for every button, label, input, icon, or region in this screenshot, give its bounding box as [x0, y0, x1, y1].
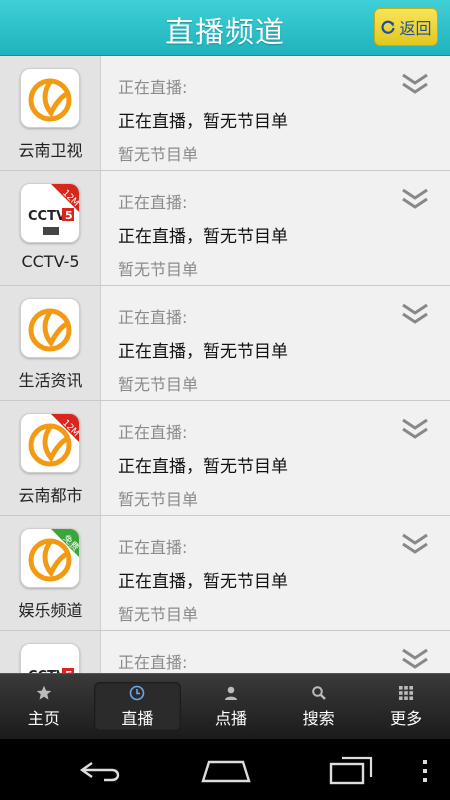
tab-label: 点播 [214, 708, 247, 728]
tab-home[interactable]: 主页 [0, 674, 88, 739]
program-status: 正在直播，暂无节目单 [118, 457, 288, 477]
program-status: 正在直播，暂无节目单 [118, 342, 288, 362]
channel-logo-cell: 云南卫视 [0, 56, 101, 170]
expand-chevron-icon[interactable] [400, 186, 430, 212]
channel-name: 云南卫视 [18, 141, 83, 160]
tab-search[interactable]: 搜索 [275, 674, 363, 739]
now-playing-label: 正在直播: [118, 308, 188, 327]
corner-badge: 12M [51, 414, 79, 442]
next-program: 暂无节目单 [118, 375, 199, 394]
tab-more[interactable]: 更多 [362, 674, 450, 739]
tab-label: 主页 [27, 708, 60, 728]
yunnan-tv-logo [20, 68, 80, 128]
channel-name: 云南都市 [18, 486, 83, 505]
yunnan-tv-logo: 免费 [20, 528, 80, 588]
channel-row[interactable]: CCTV 5 12M CCTV-5 正在直播: 正在直播，暂无节目单 暂无节目单 [0, 171, 450, 286]
channel-logo-cell: CCTV 5 12M CCTV-5 [0, 171, 101, 285]
back-label: 返回 [399, 19, 432, 38]
next-program: 暂无节目单 [118, 260, 199, 279]
tab-label: 直播 [121, 708, 154, 728]
search-icon [311, 685, 326, 700]
home-icon[interactable] [201, 757, 251, 785]
tab-vod[interactable]: 点播 [187, 674, 275, 739]
bottom-tab-bar: 主页 直播 点播 搜索 更多 [0, 673, 450, 739]
back-button[interactable]: 返回 [374, 8, 438, 46]
expand-chevron-icon[interactable] [400, 416, 430, 442]
program-status: 正在直播，暂无节目单 [118, 227, 288, 247]
next-program: 暂无节目单 [118, 145, 199, 164]
refresh-icon [381, 20, 396, 34]
cctv5-logo: CCTV 5 12M [20, 183, 80, 243]
program-status: 正在直播，暂无节目单 [118, 112, 288, 132]
next-program: 暂无节目单 [118, 605, 199, 624]
header-bar: 直播频道 返回 [0, 0, 450, 56]
channel-name: CCTV-5 [21, 252, 80, 271]
tab-live[interactable]: 直播 [93, 682, 182, 731]
now-playing-label: 正在直播: [118, 193, 188, 212]
channel-row[interactable]: 云南卫视 正在直播: 正在直播，暂无节目单 暂无节目单 [0, 56, 450, 171]
channel-logo-cell: 免费 娱乐频道 [0, 516, 101, 630]
channel-list[interactable]: 云南卫视 正在直播: 正在直播，暂无节目单 暂无节目单 CCTV 5 12M CCT… [0, 56, 450, 673]
channel-row[interactable]: 12M 云南都市 正在直播: 正在直播，暂无节目单 暂无节目单 [0, 401, 450, 516]
program-status: 正在直播，暂无节目单 [118, 572, 288, 592]
yunnan-tv-logo [20, 298, 80, 358]
channel-row[interactable]: CCTV5 正在直播: [0, 631, 450, 673]
grid-icon [399, 685, 414, 700]
corner-badge: 免费 [51, 529, 79, 557]
now-playing-label: 正在直播: [118, 653, 188, 672]
person-icon [224, 686, 237, 700]
channel-logo-cell: CCTV5 [0, 631, 101, 673]
expand-chevron-icon[interactable] [400, 71, 430, 97]
overflow-menu-icon[interactable] [420, 759, 430, 783]
clock-icon [130, 685, 145, 700]
tab-label: 搜索 [302, 708, 335, 728]
channel-logo-cell: 12M 云南都市 [0, 401, 101, 515]
expand-chevron-icon[interactable] [400, 646, 430, 672]
cctv-logo: CCTV5 [20, 643, 80, 673]
channel-row[interactable]: 免费 娱乐频道 正在直播: 正在直播，暂无节目单 暂无节目单 [0, 516, 450, 631]
next-program: 暂无节目单 [118, 490, 199, 509]
channel-row[interactable]: 生活资讯 正在直播: 正在直播，暂无节目单 暂无节目单 [0, 286, 450, 401]
system-navigation-bar [0, 739, 450, 800]
recent-apps-icon[interactable] [328, 755, 374, 785]
expand-chevron-icon[interactable] [400, 531, 430, 557]
now-playing-label: 正在直播: [118, 78, 188, 97]
channel-name: 娱乐频道 [18, 601, 83, 620]
star-icon [36, 685, 51, 700]
now-playing-label: 正在直播: [118, 538, 188, 557]
yunnan-tv-logo: 12M [20, 413, 80, 473]
corner-badge: 12M [51, 184, 79, 212]
back-arrow-icon[interactable] [78, 759, 124, 783]
channel-name: 生活资讯 [18, 371, 83, 390]
expand-chevron-icon[interactable] [400, 301, 430, 327]
channel-logo-cell: 生活资讯 [0, 286, 101, 400]
tab-label: 更多 [390, 708, 423, 728]
now-playing-label: 正在直播: [118, 423, 188, 442]
